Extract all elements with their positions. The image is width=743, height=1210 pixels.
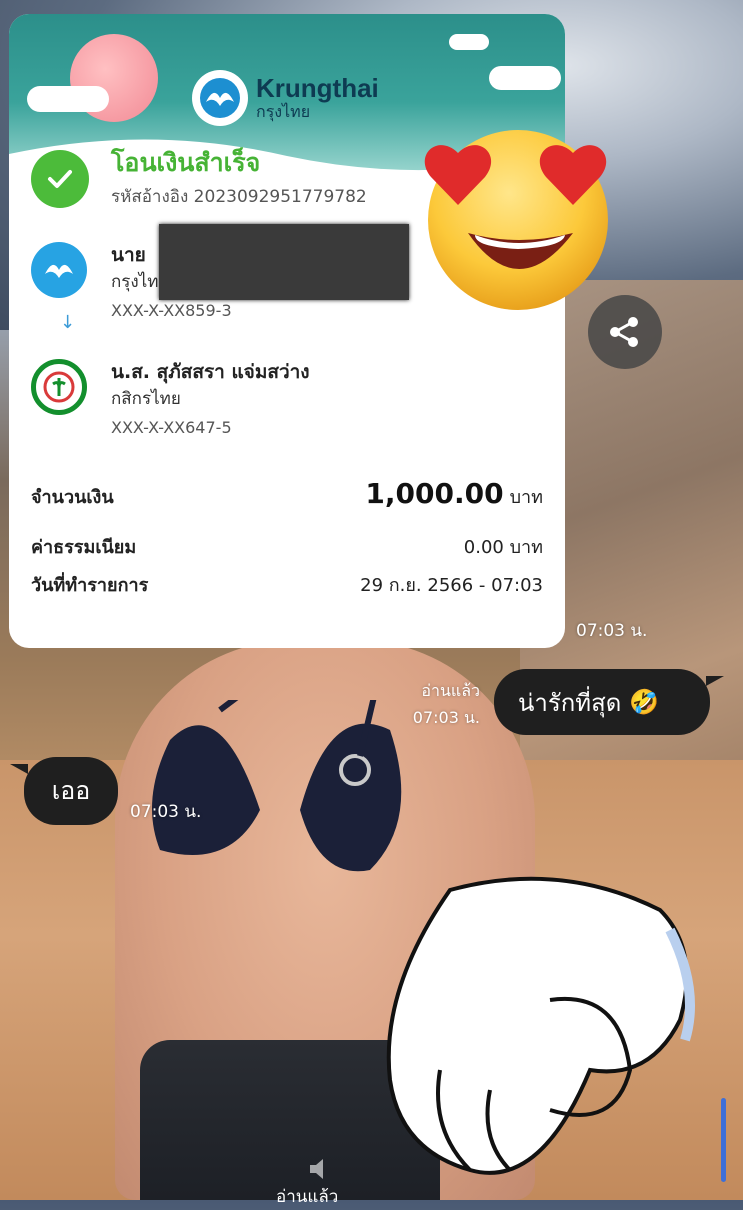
outgoing-message-text: น่ารักที่สุด [518, 688, 622, 717]
arrow-down-icon: ↓ [60, 312, 76, 333]
bubble-tail [10, 764, 28, 774]
share-icon [610, 317, 638, 347]
bowing-character-sticker[interactable] [380, 870, 710, 1200]
amount-unit: บาท [509, 487, 543, 508]
bank-name-th: กรุงไทย [256, 102, 311, 121]
transfer-receipt-image[interactable]: Krungthai กรุงไทย โอนเงินสำเร็จ รหัสอ้าง… [9, 14, 565, 648]
date-value: 29 ก.ย. 2566 - 07:03 [360, 575, 543, 596]
receiver-block: น.ส. สุภัสสรา แจ่มสว่าง กสิกรไทย XXX-X-X… [31, 359, 310, 443]
fee-label: ค่าธรรมเนียม [31, 537, 137, 558]
amount-label: จำนวนเงิน [31, 487, 114, 508]
incoming-timestamp: 07:03 น. [130, 802, 202, 822]
check-icon [31, 149, 89, 208]
krungthai-logo-icon [192, 70, 248, 126]
fee-value: 0.00 บาท [463, 537, 543, 558]
bubble-tail [706, 676, 724, 686]
bottom-read-label: อ่านแล้ว [276, 1187, 339, 1207]
status-title: โอนเงินสำเร็จ [111, 148, 261, 177]
amount-row: จำนวนเงิน 1,000.00 บาท [31, 477, 543, 511]
rofl-emoji: 🤣 [629, 688, 660, 716]
date-row: วันที่ทำรายการ 29 ก.ย. 2566 - 07:03 [31, 570, 543, 599]
receiver-name: น.ส. สุภัสสรา แจ่มสว่าง [111, 361, 310, 383]
kasikorn-logo-icon [31, 359, 87, 415]
bank-name-en: Krungthai [256, 73, 379, 103]
sender-account: XXX-X-XX859-3 [111, 301, 232, 320]
incoming-message-bubble[interactable]: เออ [24, 757, 118, 825]
cloud-decoration [449, 34, 489, 50]
date-label: วันที่ทำรายการ [31, 575, 149, 596]
receiver-bank: กสิกรไทย [111, 389, 181, 409]
outgoing-message-bubble[interactable]: น่ารักที่สุด 🤣 [494, 669, 710, 735]
amount-value: 1,000.00 [365, 477, 504, 510]
share-button[interactable] [588, 295, 662, 369]
cloud-decoration [27, 86, 109, 112]
reference-number: รหัสอ้างอิง 2023092951779782 [111, 187, 367, 207]
outgoing-timestamp: 07:03 น. [412, 708, 480, 727]
read-label: อ่านแล้ว [421, 681, 480, 700]
heart-eyes-emoji [424, 130, 608, 310]
status-row: โอนเงินสำเร็จ รหัสอ้างอิง 20230929517797… [31, 147, 367, 210]
cloud-decoration [489, 66, 561, 90]
receiver-account: XXX-X-XX647-5 [111, 418, 232, 437]
redaction-box [159, 224, 409, 300]
scrollbar[interactable] [721, 1098, 726, 1182]
speaker-icon[interactable] [306, 1155, 334, 1183]
krungthai-logo-icon [31, 242, 87, 298]
receipt-timestamp: 07:03 น. [576, 621, 648, 641]
incoming-message-text: เออ [51, 776, 91, 805]
outgoing-read-status: อ่านแล้ว 07:03 น. [400, 677, 480, 731]
bank-logo: Krungthai กรุงไทย [192, 70, 379, 126]
fee-row: ค่าธรรมเนียม 0.00 บาท [31, 532, 543, 561]
